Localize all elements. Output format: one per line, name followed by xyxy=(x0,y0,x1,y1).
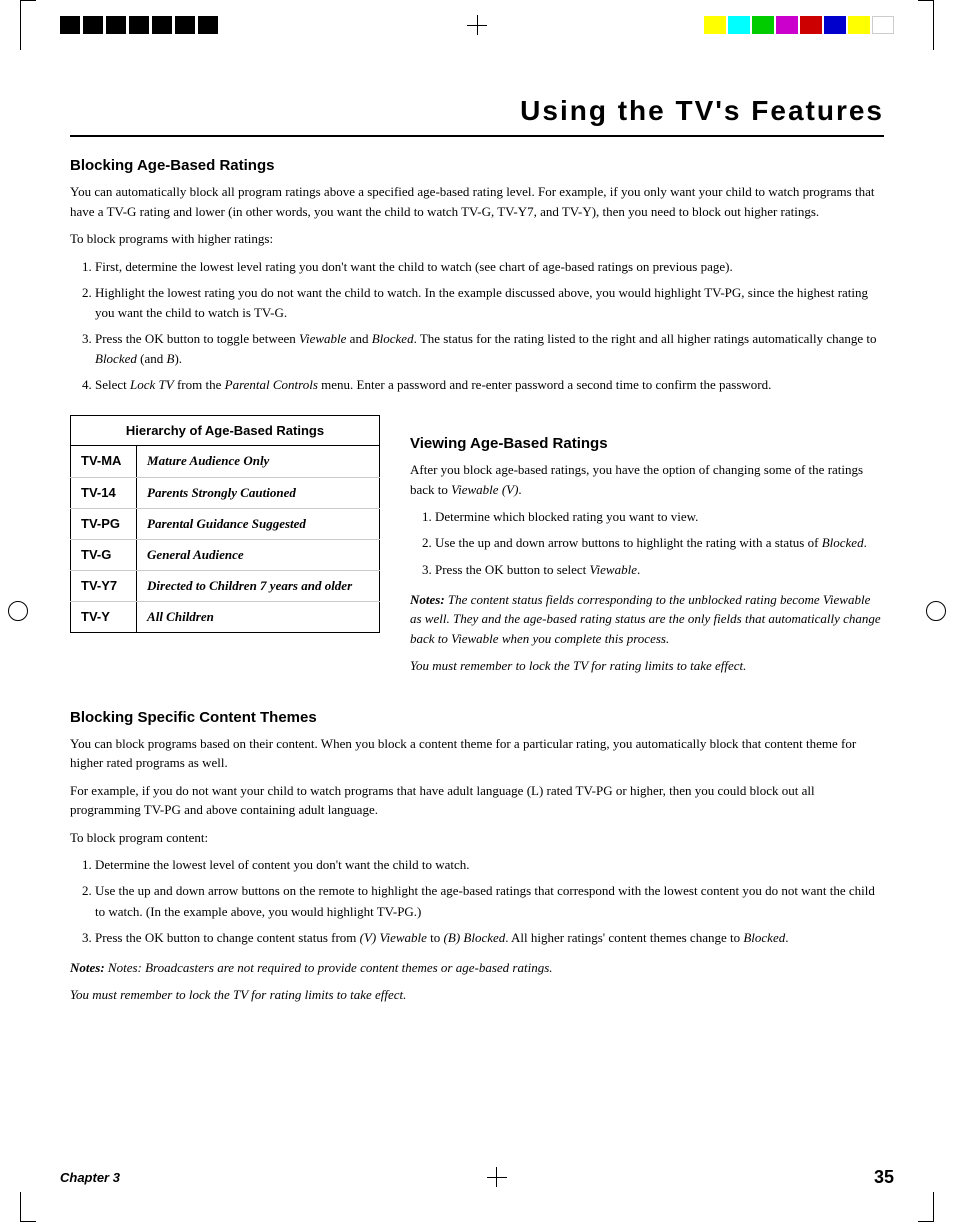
right-registration-mark xyxy=(926,601,946,621)
black-bar xyxy=(60,16,80,34)
bottom-left-corner xyxy=(20,1192,36,1222)
two-col-layout: Hierarchy of Age-Based Ratings TV-MA Mat… xyxy=(70,415,884,683)
table-row: TV-14 Parents Strongly Cautioned xyxy=(71,477,380,508)
color-bar-magenta xyxy=(776,16,798,34)
blocking-age-heading: Blocking Age-Based Ratings xyxy=(70,157,884,174)
black-bar xyxy=(106,16,126,34)
blocking-age-intro1: You can automatically block all program … xyxy=(70,182,884,221)
viewing-age-section: Viewing Age-Based Ratings After you bloc… xyxy=(410,415,884,683)
color-bar-green xyxy=(752,16,774,34)
content-step-2: Use the up and down arrow buttons on the… xyxy=(95,881,884,921)
desc-tv-y: All Children xyxy=(137,602,380,633)
rating-tv-ma: TV-MA xyxy=(71,446,137,477)
blocking-content-intro3: To block program content: xyxy=(70,828,884,848)
table-row: TV-Y7 Directed to Children 7 years and o… xyxy=(71,571,380,602)
blocking-content-heading: Blocking Specific Content Themes xyxy=(70,709,884,726)
viewing-age-intro: After you block age-based ratings, you h… xyxy=(410,460,884,499)
black-bar xyxy=(152,16,172,34)
content-area: Blocking Age-Based Ratings You can autom… xyxy=(70,157,884,1005)
top-bar xyxy=(0,0,954,50)
page-title: Using the TV's Features xyxy=(70,95,884,127)
viewing-age-heading: Viewing Age-Based Ratings xyxy=(410,435,884,452)
color-bar-yellow2 xyxy=(848,16,870,34)
black-bar xyxy=(129,16,149,34)
step-2: Highlight the lowest rating you do not w… xyxy=(95,283,884,323)
black-bar xyxy=(83,16,103,34)
desc-tv-ma: Mature Audience Only xyxy=(137,446,380,477)
page-title-section: Using the TV's Features xyxy=(70,40,884,137)
view-step-2: Use the up and down arrow buttons to hig… xyxy=(435,533,884,553)
desc-tv-y7: Directed to Children 7 years and older xyxy=(137,571,380,602)
table-row: TV-MA Mature Audience Only xyxy=(71,446,380,477)
rating-tv-y: TV-Y xyxy=(71,602,137,633)
color-bar-white xyxy=(872,16,894,34)
blocking-age-steps: First, determine the lowest level rating… xyxy=(95,257,884,396)
table-section: Hierarchy of Age-Based Ratings TV-MA Mat… xyxy=(70,415,380,633)
rating-tv-y7: TV-Y7 xyxy=(71,571,137,602)
bottom-bar: Chapter 3 35 xyxy=(0,1162,954,1192)
color-bar-yellow xyxy=(704,16,726,34)
desc-tv-g: General Audience xyxy=(137,539,380,570)
desc-tv-14: Parents Strongly Cautioned xyxy=(137,477,380,508)
blocking-content-intro2: For example, if you do not want your chi… xyxy=(70,781,884,820)
color-bar-red xyxy=(800,16,822,34)
page-number: 35 xyxy=(874,1167,894,1188)
step-1: First, determine the lowest level rating… xyxy=(95,257,884,277)
table-header: Hierarchy of Age-Based Ratings xyxy=(71,416,380,446)
table-row: TV-Y All Children xyxy=(71,602,380,633)
ratings-table: Hierarchy of Age-Based Ratings TV-MA Mat… xyxy=(70,415,380,633)
content-step-3: Press the OK button to change content st… xyxy=(95,928,884,948)
content-notes1: Notes: Notes: Broadcasters are not requi… xyxy=(70,958,884,978)
rating-tv-g: TV-G xyxy=(71,539,137,570)
view-step-1: Determine which blocked rating you want … xyxy=(435,507,884,527)
page: Using the TV's Features Blocking Age-Bas… xyxy=(0,0,954,1222)
step-3: Press the OK button to toggle between Vi… xyxy=(95,329,884,369)
blocking-content-steps: Determine the lowest level of content yo… xyxy=(95,855,884,948)
rating-tv-14: TV-14 xyxy=(71,477,137,508)
table-row: TV-G General Audience xyxy=(71,539,380,570)
content-step-1: Determine the lowest level of content yo… xyxy=(95,855,884,875)
crosshair-icon xyxy=(462,10,492,40)
view-step-3: Press the OK button to select Viewable. xyxy=(435,560,884,580)
color-bar-cyan xyxy=(728,16,750,34)
blocking-age-intro2: To block programs with higher ratings: xyxy=(70,229,884,249)
left-registration-mark xyxy=(8,601,28,621)
rating-tv-pg: TV-PG xyxy=(71,508,137,539)
color-bar-blue xyxy=(824,16,846,34)
black-bar xyxy=(175,16,195,34)
viewing-notes2: You must remember to lock the TV for rat… xyxy=(410,656,884,676)
step-4: Select Lock TV from the Parental Control… xyxy=(95,375,884,395)
table-row: TV-PG Parental Guidance Suggested xyxy=(71,508,380,539)
chapter-label: Chapter 3 xyxy=(60,1170,120,1185)
bottom-right-corner xyxy=(918,1192,934,1222)
content-notes2: You must remember to lock the TV for rat… xyxy=(70,985,884,1005)
viewing-notes1: Notes: The content status fields corresp… xyxy=(410,590,884,649)
bottom-crosshair-icon xyxy=(482,1162,512,1192)
viewing-age-steps: Determine which blocked rating you want … xyxy=(435,507,884,579)
blocking-content-intro1: You can block programs based on their co… xyxy=(70,734,884,773)
black-bar xyxy=(198,16,218,34)
desc-tv-pg: Parental Guidance Suggested xyxy=(137,508,380,539)
